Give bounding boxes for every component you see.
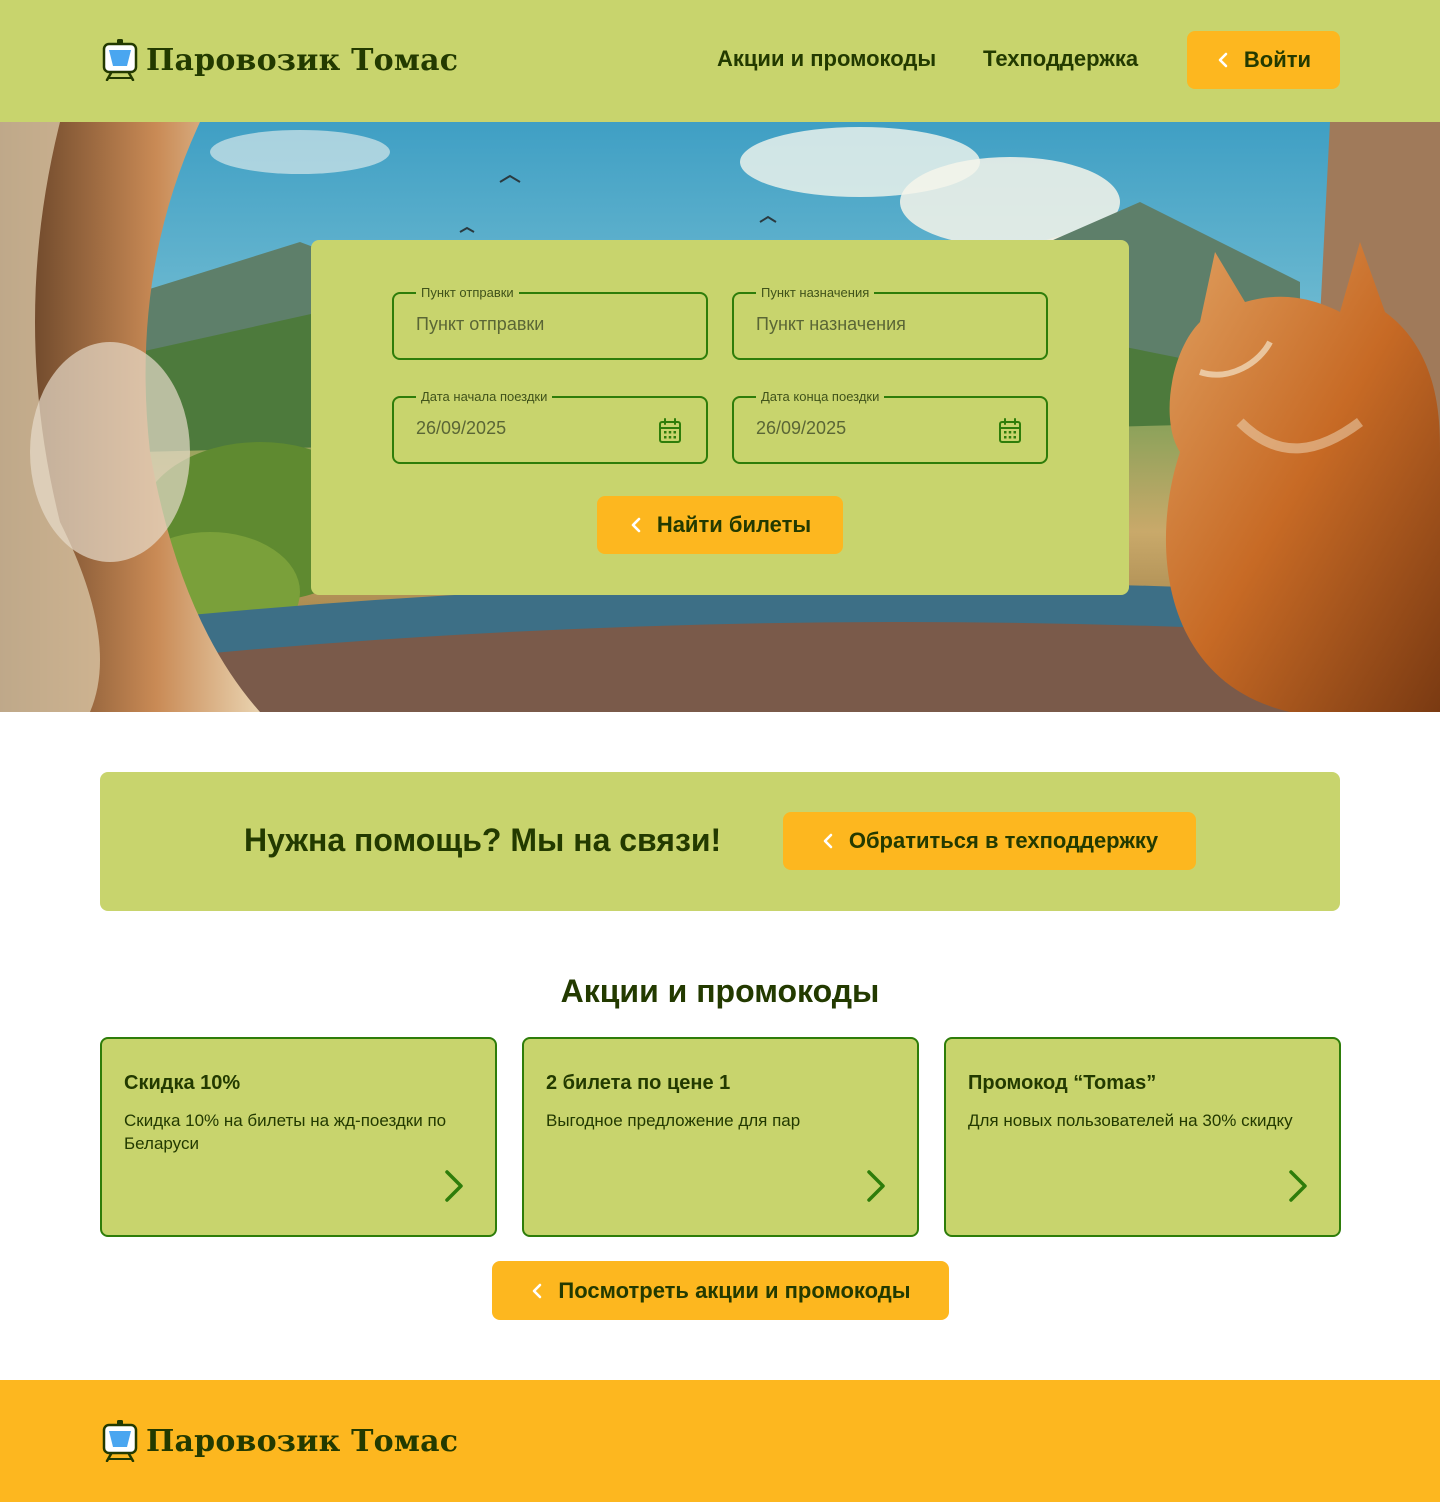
end-date-label: Дата конца поездки — [756, 389, 885, 405]
find-tickets-label: Найти билеты — [656, 512, 812, 537]
promo-card[interactable]: Скидка 10% Скидка 10% на билеты на жд-по… — [100, 1037, 497, 1237]
promo-card-title: 2 билета по цене 1 — [546, 1072, 731, 1094]
footer-brand-logo[interactable]: Паровозик Томас — [102, 1420, 458, 1462]
train-tv-icon — [102, 39, 138, 81]
nav-promo-link[interactable]: Акции и промокоды — [717, 46, 936, 72]
view-all-promos-button[interactable]: Посмотреть акции и промокоды — [492, 1261, 949, 1320]
end-date-field[interactable]: Дата конца поездки 26/09/2025 — [732, 389, 1048, 464]
promo-card[interactable]: 2 билета по цене 1 Выгодное предложение … — [522, 1037, 919, 1237]
start-date-label: Дата начала поездки — [416, 389, 553, 405]
site-header: Паровозик Томас Акции и промокоды Техпод… — [0, 0, 1440, 122]
promo-card-description: Для новых пользователей на 30% скидку — [968, 1111, 1293, 1130]
departure-label: Пункт отправки — [416, 285, 519, 301]
login-button[interactable]: Войти — [1187, 31, 1340, 89]
chevron-right-icon[interactable] — [443, 1169, 465, 1203]
departure-field[interactable]: Пункт отправки Пункт отправки — [392, 285, 708, 360]
promo-card[interactable]: Промокод “Tomas” Для новых пользователей… — [944, 1037, 1341, 1237]
view-all-promos-label: Посмотреть акции и промокоды — [558, 1277, 911, 1303]
departure-placeholder: Пункт отправки — [416, 314, 545, 334]
help-title: Нужна помощь? Мы на связи! — [244, 822, 722, 858]
calendar-icon[interactable] — [658, 418, 682, 444]
brand-logo[interactable]: Паровозик Томас — [102, 39, 458, 81]
destination-field[interactable]: Пункт назначения Пункт назначения — [732, 285, 1048, 360]
help-banner: Нужна помощь? Мы на связи! Обратиться в … — [100, 772, 1340, 911]
chevron-left-icon — [1218, 52, 1228, 68]
chevron-left-icon — [631, 517, 641, 533]
chevron-right-icon[interactable] — [1287, 1169, 1309, 1203]
nav-support-link[interactable]: Техподдержка — [983, 46, 1138, 72]
ticket-search-card: Пункт отправки Пункт отправки Пункт назн… — [311, 240, 1129, 595]
promo-card-title: Скидка 10% — [124, 1072, 241, 1094]
start-date-field[interactable]: Дата начала поездки 26/09/2025 — [392, 389, 708, 464]
contact-support-label: Обратиться в техподдержку — [848, 828, 1159, 853]
destination-placeholder: Пункт назначения — [756, 314, 906, 334]
promo-card-description: Выгодное предложение для пар — [546, 1111, 801, 1130]
destination-label: Пункт назначения — [756, 285, 875, 301]
end-date-value: 26/09/2025 — [756, 418, 847, 438]
promo-card-title: Промокод “Tomas” — [968, 1072, 1157, 1094]
start-date-value: 26/09/2025 — [416, 418, 507, 438]
footer-brand-name: Паровозик Томас — [146, 1423, 459, 1459]
brand-name: Паровозик Томас — [146, 42, 459, 78]
promos-heading: Акции и промокоды — [560, 973, 880, 1009]
site-footer: Паровозик Томас — [0, 1380, 1440, 1502]
train-tv-icon — [102, 1420, 138, 1462]
chevron-left-icon — [823, 833, 833, 849]
calendar-icon[interactable] — [998, 418, 1022, 444]
login-button-label: Войти — [1243, 47, 1312, 72]
chevron-left-icon — [533, 1283, 542, 1298]
promo-card-description: Скидка 10% на билеты на жд-поездки по Бе… — [124, 1111, 447, 1153]
find-tickets-button[interactable]: Найти билеты — [597, 496, 843, 554]
contact-support-button[interactable]: Обратиться в техподдержку — [783, 812, 1196, 870]
chevron-right-icon[interactable] — [865, 1169, 887, 1203]
hero-section: Пункт отправки Пункт отправки Пункт назн… — [0, 122, 1440, 712]
